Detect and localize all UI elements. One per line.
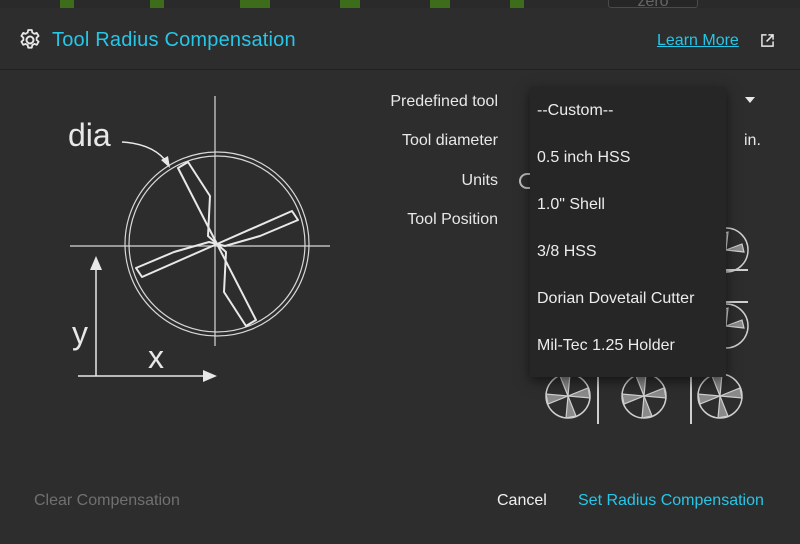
learn-more-link[interactable]: Learn More: [657, 32, 739, 50]
tool-radius-dialog: Tool Radius Compensation Learn More dia …: [0, 8, 800, 544]
background-graphic: [510, 0, 524, 8]
background-zero-button: zero: [608, 0, 698, 8]
dialog-header: Tool Radius Compensation Learn More: [0, 8, 800, 70]
dropdown-option[interactable]: 3/8 HSS: [530, 228, 726, 275]
background-app-strip: zero: [0, 0, 800, 8]
background-graphic: [60, 0, 74, 8]
cancel-button[interactable]: Cancel: [497, 492, 547, 510]
tool-position-label: Tool Position: [407, 211, 498, 228]
diagram-y-label: y: [72, 315, 88, 351]
background-graphic: [430, 0, 450, 8]
diameter-unit-label: in.: [744, 132, 761, 149]
external-link-icon[interactable]: [761, 34, 774, 47]
tool-position-line: [597, 370, 599, 424]
chevron-down-icon[interactable]: [745, 97, 755, 103]
dropdown-option[interactable]: --Custom--: [530, 87, 726, 134]
gear-icon: [20, 29, 40, 49]
predefined-tool-label: Predefined tool: [390, 93, 498, 110]
tool-radius-diagram: dia y x: [68, 96, 330, 382]
clear-compensation-button[interactable]: Clear Compensation: [34, 492, 180, 510]
dialog-title: Tool Radius Compensation: [52, 29, 296, 51]
dropdown-option[interactable]: Mil-Tec 1.25 Holder: [530, 322, 726, 369]
background-graphic: [240, 0, 270, 8]
set-radius-compensation-button[interactable]: Set Radius Compensation: [578, 492, 764, 510]
background-graphic: [150, 0, 164, 8]
diagram-dia-label: dia: [68, 117, 111, 153]
tool-diameter-label: Tool diameter: [401, 132, 498, 149]
dropdown-option[interactable]: Dorian Dovetail Cutter: [530, 275, 726, 322]
predefined-tool-dropdown[interactable]: --Custom-- 0.5 inch HSS 1.0" Shell 3/8 H…: [530, 87, 726, 377]
units-label: Units: [461, 172, 498, 189]
diagram-x-label: x: [148, 339, 164, 375]
dropdown-option[interactable]: 0.5 inch HSS: [530, 134, 726, 181]
background-graphic: [340, 0, 360, 8]
dropdown-option[interactable]: 1.0" Shell: [530, 181, 726, 228]
